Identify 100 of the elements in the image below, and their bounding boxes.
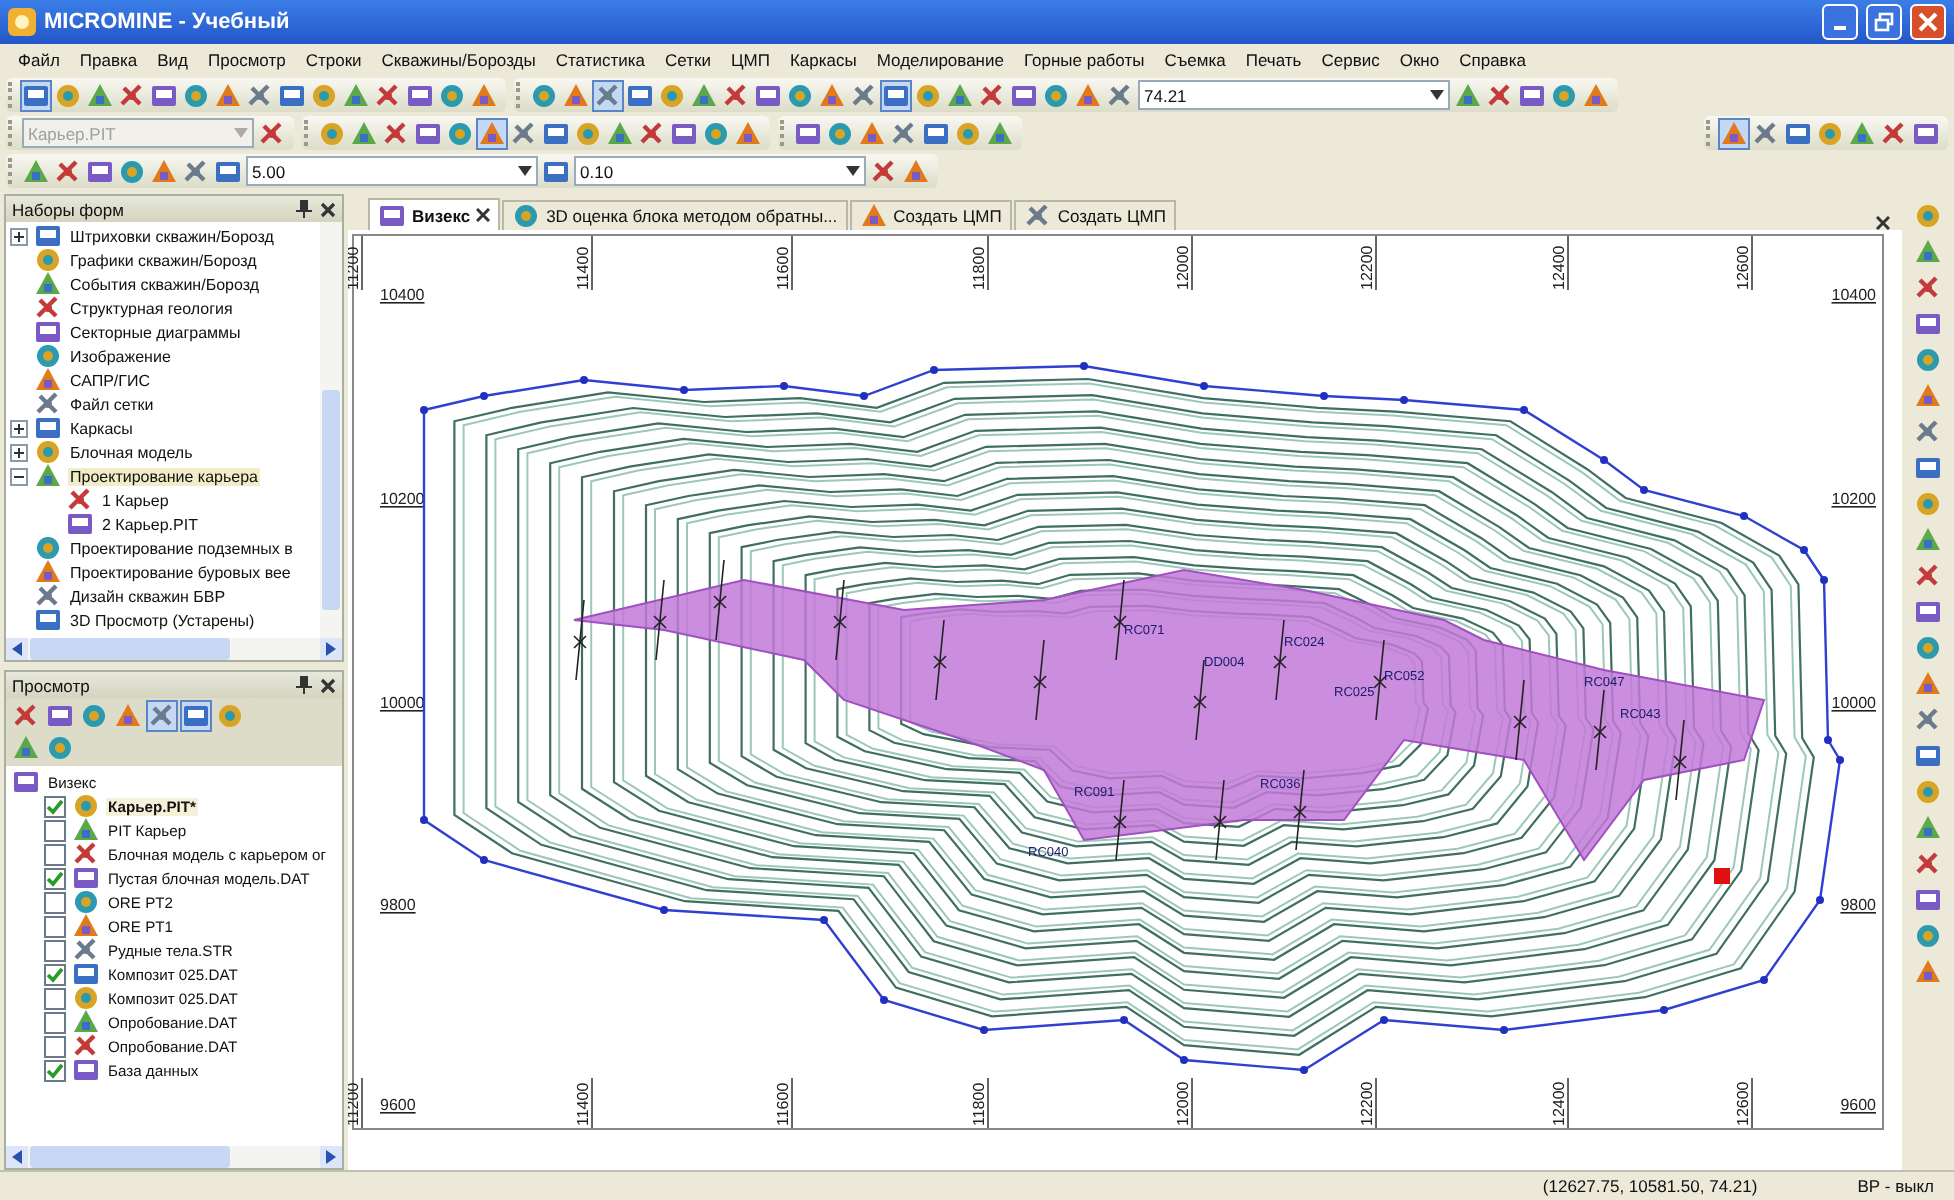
tool-icon[interactable] [1914, 418, 1942, 446]
tool-icon[interactable] [1914, 778, 1942, 806]
tool-icon[interactable] [658, 81, 686, 109]
tool-icon[interactable] [118, 157, 146, 185]
menu-item[interactable]: Печать [1235, 48, 1312, 72]
expand-icon[interactable] [10, 227, 28, 245]
checkbox[interactable] [44, 819, 66, 841]
tool-icon[interactable] [1454, 81, 1482, 109]
tool-icon[interactable] [1550, 81, 1578, 109]
tool-icon[interactable] [1752, 119, 1780, 147]
step-dropdown[interactable]: 5.00 [246, 156, 538, 186]
tool-icon[interactable] [182, 157, 210, 185]
tool-icon[interactable] [12, 702, 40, 730]
tool-icon[interactable] [22, 81, 50, 109]
pin-icon[interactable] [296, 676, 312, 694]
checkbox[interactable] [44, 1035, 66, 1057]
tool-icon[interactable] [1042, 81, 1070, 109]
tab[interactable]: Создать ЦМП [1013, 200, 1176, 230]
tool-icon[interactable] [1074, 81, 1102, 109]
tool-icon[interactable] [870, 157, 898, 185]
marker-square[interactable] [1714, 868, 1730, 884]
tool-icon[interactable] [114, 702, 142, 730]
tool-icon[interactable] [1914, 526, 1942, 554]
tool-icon[interactable] [118, 81, 146, 109]
maximize-button[interactable] [1866, 4, 1902, 40]
tool-icon[interactable] [882, 81, 910, 109]
horizontal-scrollbar[interactable] [6, 1146, 342, 1168]
menu-item[interactable]: Просмотр [198, 48, 296, 72]
tool-icon[interactable] [1914, 742, 1942, 770]
collapse-icon[interactable] [10, 467, 28, 485]
tool-icon[interactable] [734, 119, 762, 147]
tree-item[interactable]: Структурная геология [68, 299, 235, 317]
tool-icon[interactable] [182, 702, 210, 730]
tool-icon[interactable] [890, 119, 918, 147]
menu-item[interactable]: Правка [69, 48, 148, 72]
tool-icon[interactable] [12, 734, 40, 762]
toolbar-handle[interactable] [780, 120, 790, 146]
menu-item[interactable]: Окно [1389, 48, 1450, 72]
horizontal-scrollbar[interactable] [6, 638, 342, 660]
tool-icon[interactable] [722, 81, 750, 109]
tree-item[interactable]: Проектирование карьера [68, 467, 260, 485]
menu-item[interactable]: Статистика [545, 48, 656, 72]
toolbar-handle[interactable] [8, 120, 18, 146]
tab[interactable]: Создать ЦМП [849, 200, 1012, 230]
tool-icon[interactable] [594, 81, 622, 109]
tree-item[interactable]: 2 Карьер.PIT [100, 515, 200, 533]
tool-icon[interactable] [1914, 850, 1942, 878]
tool-icon[interactable] [978, 81, 1006, 109]
tab[interactable]: Визекс [368, 198, 501, 230]
tool-icon[interactable] [818, 81, 846, 109]
toolbar-handle[interactable] [8, 158, 18, 184]
tool-icon[interactable] [1914, 454, 1942, 482]
tool-icon[interactable] [530, 81, 558, 109]
tool-icon[interactable] [470, 81, 498, 109]
tool-icon[interactable] [922, 119, 950, 147]
menu-item[interactable]: Сервис [1311, 48, 1390, 72]
tool-icon[interactable] [902, 157, 930, 185]
tool-icon[interactable] [946, 81, 974, 109]
tool-icon[interactable] [1914, 310, 1942, 338]
tool-icon[interactable] [446, 119, 474, 147]
tool-icon[interactable] [1914, 886, 1942, 914]
tool-icon[interactable] [406, 81, 434, 109]
tool-icon[interactable] [1914, 706, 1942, 734]
tool-icon[interactable] [1784, 119, 1812, 147]
menu-item[interactable]: Файл [8, 48, 70, 72]
tool-icon[interactable] [148, 702, 176, 730]
tool-icon[interactable] [258, 119, 286, 147]
tool-icon[interactable] [414, 119, 442, 147]
tool-icon[interactable] [1914, 274, 1942, 302]
tool-icon[interactable] [638, 119, 666, 147]
tree-item[interactable]: Проектирование подземных в [68, 539, 295, 557]
scroll-thumb[interactable] [30, 638, 230, 660]
toolbar-handle[interactable] [516, 82, 526, 108]
minimize-button[interactable] [1822, 4, 1858, 40]
tool-icon[interactable] [754, 81, 782, 109]
tool-icon[interactable] [1914, 346, 1942, 374]
vertical-scrollbar[interactable] [320, 222, 342, 638]
tab[interactable]: 3D оценка блока методом обратны... [502, 200, 848, 230]
tool-icon[interactable] [46, 734, 74, 762]
scroll-thumb[interactable] [322, 390, 340, 610]
tool-icon[interactable] [606, 119, 634, 147]
tree-item[interactable]: Блочная модель [68, 443, 195, 461]
checkbox[interactable] [44, 867, 66, 889]
tool-icon[interactable] [542, 119, 570, 147]
tool-icon[interactable] [1582, 81, 1610, 109]
checkbox[interactable] [44, 987, 66, 1009]
tool-icon[interactable] [86, 157, 114, 185]
tool-icon[interactable] [794, 119, 822, 147]
close-icon[interactable] [1876, 216, 1890, 230]
tool-icon[interactable] [214, 157, 242, 185]
tool-icon[interactable] [786, 81, 814, 109]
tree-item[interactable]: Дизайн скважин БВР [68, 587, 228, 605]
elevation-dropdown[interactable]: 74.21 [1138, 80, 1450, 110]
tool-icon[interactable] [182, 81, 210, 109]
tool-icon[interactable] [914, 81, 942, 109]
tool-icon[interactable] [574, 119, 602, 147]
tool-icon[interactable] [858, 119, 886, 147]
menu-item[interactable]: Строки [295, 48, 372, 72]
tool-icon[interactable] [374, 81, 402, 109]
scroll-right-button[interactable] [320, 1146, 342, 1168]
